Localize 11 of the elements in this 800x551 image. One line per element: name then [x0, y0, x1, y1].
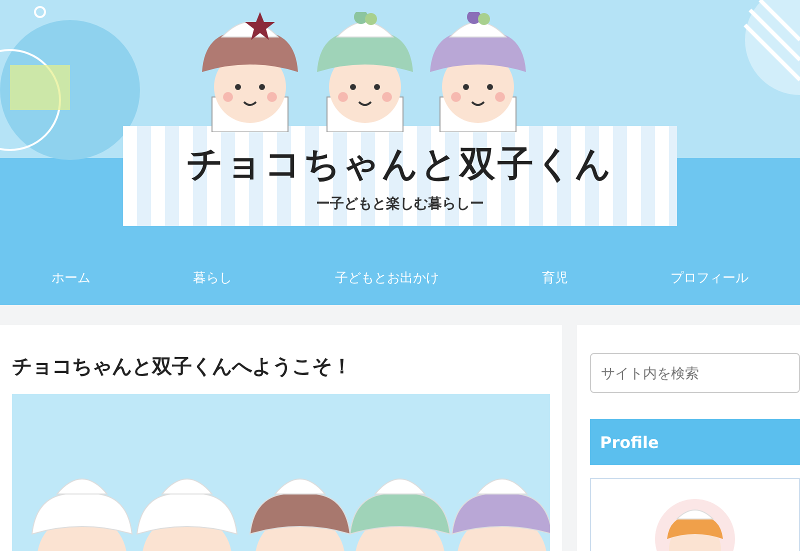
- logo-banner[interactable]: チョコちゃんと双子くん ー子どもと楽しむ暮らしー: [123, 126, 677, 226]
- nav-link[interactable]: 子どもとお出かけ: [324, 265, 449, 291]
- article-title: チョコちゃんと双子くんへようこそ！: [12, 353, 353, 380]
- site-title: チョコちゃんと双子くん: [186, 142, 614, 186]
- search-field[interactable]: サイト内を検索: [590, 353, 800, 393]
- nav-link[interactable]: 暮らし: [183, 265, 242, 291]
- nav-link[interactable]: 育児: [532, 265, 578, 291]
- nav-link[interactable]: ホーム: [41, 265, 100, 291]
- nav-link[interactable]: プロフィール: [660, 265, 759, 291]
- profile-heading: Profile: [590, 419, 800, 465]
- site-tagline: ー子どもと楽しむ暮らしー: [316, 194, 484, 212]
